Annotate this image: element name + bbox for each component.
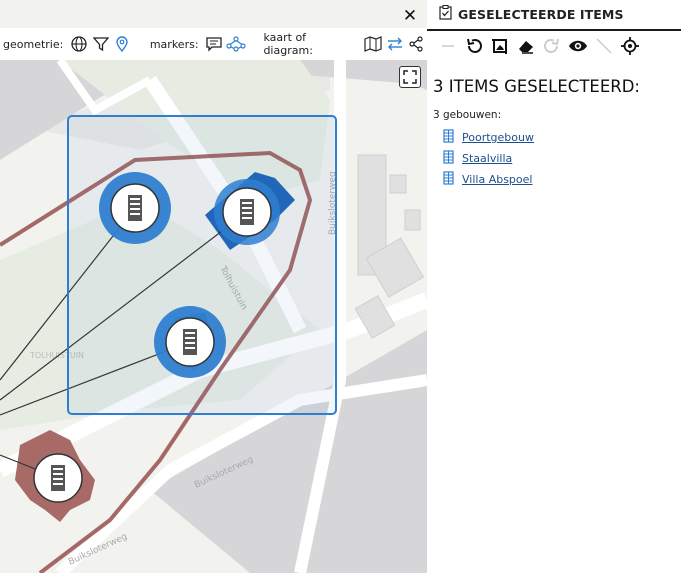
markers-label: markers: [149, 37, 199, 51]
crop-icon[interactable] [487, 33, 513, 59]
item-link-staalvilla[interactable]: Staalvilla [462, 152, 512, 165]
comment-icon[interactable] [204, 33, 226, 55]
line-icon[interactable] [591, 33, 617, 59]
globe-icon[interactable] [68, 33, 90, 55]
selected-items-list: Poortgebouw Staalvilla Villa Abspoel [427, 127, 681, 190]
view-label: kaart of diagram: [263, 31, 313, 57]
building-icon [443, 128, 454, 147]
eraser-icon[interactable] [513, 33, 539, 59]
group-label: 3 gebouwen: [433, 109, 502, 121]
panel-header: GESELECTEERDE ITEMS [427, 0, 681, 31]
building-icon [443, 149, 454, 168]
redo-icon[interactable] [539, 33, 565, 59]
list-item: Staalvilla [443, 148, 681, 169]
building-marker[interactable] [214, 179, 280, 245]
selection-count-title: 3 ITEMS GESELECTEERD: [433, 77, 640, 96]
filter-icon[interactable] [90, 33, 112, 55]
panel-title: GESELECTEERDE ITEMS [458, 7, 624, 22]
building-marker[interactable] [154, 306, 226, 378]
map-canvas[interactable]: Tolhuistuin Buiksloterweg Buiksloterweg … [0, 0, 427, 573]
map-icon[interactable] [362, 33, 384, 55]
eye-icon[interactable] [565, 33, 591, 59]
geometry-label: geometrie: [3, 37, 64, 51]
close-icon[interactable]: ✕ [400, 6, 420, 26]
building-marker[interactable] [99, 172, 171, 244]
item-link-villa-abspoel[interactable]: Villa Abspoel [462, 173, 532, 186]
list-item: Poortgebouw [443, 127, 681, 148]
list-item: Villa Abspoel [443, 169, 681, 190]
location-pin-icon[interactable] [112, 33, 134, 55]
crosshair-icon[interactable] [617, 33, 643, 59]
network-icon[interactable] [225, 33, 247, 55]
panel-toolbar [427, 31, 681, 61]
selected-items-panel: GESELECTEERDE ITEMS 3 ITEMS GESELECTEERD… [427, 0, 681, 573]
clipboard-check-icon [439, 5, 452, 24]
fullscreen-icon[interactable] [399, 66, 421, 88]
undo-icon[interactable] [461, 33, 487, 59]
share-icon[interactable] [405, 33, 427, 55]
map-toolbar: geometrie: markers: kaart of diagram: [0, 28, 427, 60]
building-marker[interactable] [33, 453, 83, 503]
swap-icon[interactable] [384, 33, 406, 55]
minus-icon[interactable] [435, 33, 461, 59]
building-icon [443, 170, 454, 189]
item-link-poortgebouw[interactable]: Poortgebouw [462, 131, 534, 144]
map-view[interactable]: Tolhuistuin Buiksloterweg Buiksloterweg … [0, 0, 427, 573]
